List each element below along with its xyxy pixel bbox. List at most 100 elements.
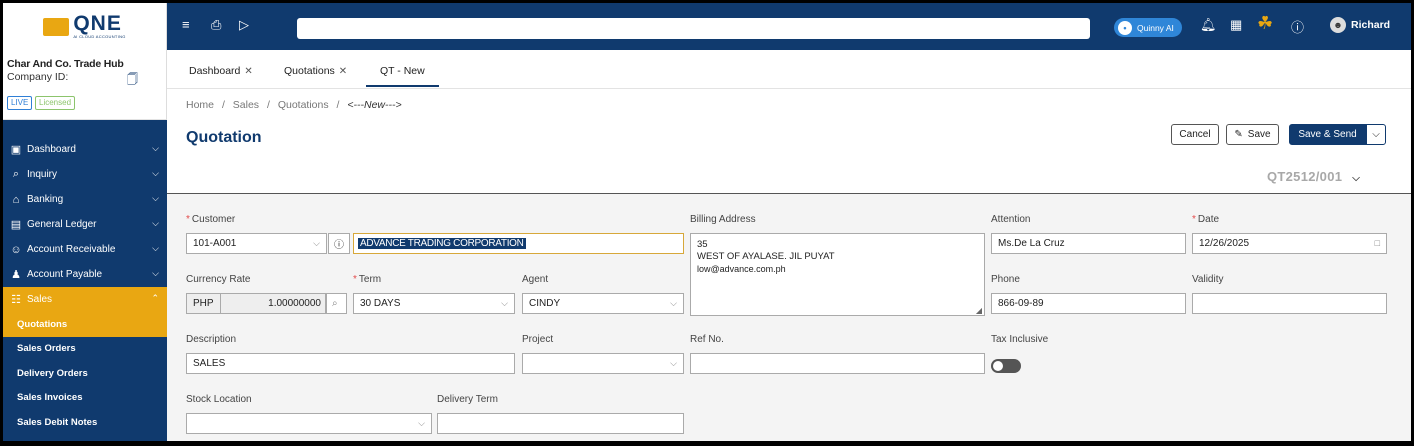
search-icon: ⌕ — [332, 298, 338, 309]
logo-subtext: AI CLOUD ACCOUNTING — [73, 34, 126, 39]
required-mark: * — [353, 274, 357, 285]
calendar-icon[interactable]: □ — [1375, 238, 1380, 248]
chevron-up-icon: ⌃ — [151, 293, 159, 303]
info-icon: ⓘ — [334, 240, 344, 251]
chevron-down-icon: ⌵ — [670, 298, 677, 308]
tax-inclusive-label: Tax Inclusive — [991, 334, 1049, 345]
sidebar-subitem-delivery-orders[interactable]: Delivery Orders — [3, 361, 167, 386]
copy-icon[interactable]: 🗍 — [127, 71, 138, 90]
phone-value: 866-09-89 — [998, 298, 1044, 309]
rate-lookup-button[interactable]: ⌕ — [326, 293, 347, 314]
customer-info-button[interactable]: ⓘ — [328, 233, 350, 254]
play-icon[interactable]: ▷ — [239, 17, 249, 33]
billing-address-textarea[interactable]: 35 WEST OF AYALASE. JIL PUYAT low@advanc… — [690, 233, 985, 316]
user-menu[interactable]: ☻ Richard — [1330, 17, 1390, 33]
project-select[interactable]: ⌵ — [522, 353, 684, 374]
search-input[interactable] — [297, 18, 1090, 39]
print-icon[interactable]: ⎙ — [211, 17, 221, 33]
chevron-down-icon: ⌵ — [313, 238, 320, 248]
date-input[interactable]: 12/26/2025 □ — [1192, 233, 1387, 254]
sidebar-subitem-sales-orders[interactable]: Sales Orders — [3, 337, 167, 362]
sidebar-subitem-label: Delivery Orders — [17, 367, 88, 379]
sales-icon: ☷ — [11, 294, 21, 306]
save-and-send-button[interactable]: Save & Send — [1289, 124, 1366, 145]
validity-input[interactable] — [1192, 293, 1387, 314]
save-label: Save — [1247, 129, 1271, 140]
close-icon[interactable]: ✕ — [339, 66, 347, 77]
app-window: QNE AI CLOUD ACCOUNTING Char And Co. Tra… — [3, 3, 1411, 441]
phone-input[interactable]: 866-09-89 — [991, 293, 1186, 314]
sidebar-subitem-label: Quotations — [17, 318, 68, 330]
breadcrumb-home[interactable]: Home — [186, 99, 214, 111]
logo-box-icon — [43, 17, 70, 36]
company-panel: Char And Co. Trade Hub Company ID: 🗍 LIV… — [3, 50, 167, 120]
sidebar-item-account-payable[interactable]: ♟ Account Payable ⌵ — [3, 262, 167, 287]
sidebar-item-sales[interactable]: ☷ Sales ⌃ — [3, 287, 167, 312]
currency-select[interactable]: PHP — [186, 293, 221, 314]
stock-location-select[interactable]: ⌵ — [186, 413, 432, 434]
attention-value: Ms.De La Cruz — [998, 238, 1065, 249]
resize-handle-icon[interactable]: ◢ — [976, 306, 982, 315]
billing-address-line: WEST OF AYALASE. JIL PUYAT — [697, 251, 835, 262]
store-icon[interactable]: ▦ — [1230, 17, 1242, 33]
term-label-text: Term — [358, 274, 382, 285]
document-number[interactable]: QT2512/001 ⌵ — [1267, 169, 1360, 184]
required-mark: * — [186, 214, 190, 225]
tab-qt-new[interactable]: QT - New — [366, 65, 439, 87]
sidebar-item-general-ledger[interactable]: ▤ General Ledger ⌵ — [3, 212, 167, 237]
save-button[interactable]: ✎ Save — [1226, 124, 1279, 145]
description-value: SALES — [193, 358, 226, 369]
sidebar-item-dashboard[interactable]: ▣ Dashboard ⌵ — [3, 137, 167, 162]
sidebar-subitem-label: Sales Orders — [17, 343, 76, 355]
breadcrumb-sales[interactable]: Sales — [233, 99, 259, 111]
date-value: 12/26/2025 — [1199, 238, 1250, 249]
tab-dashboard[interactable]: Dashboard ✕ — [189, 65, 253, 77]
quinny-ai-label: Quinny AI — [1137, 22, 1174, 33]
attention-input[interactable]: Ms.De La Cruz — [991, 233, 1186, 254]
validity-label: Validity — [1192, 274, 1224, 285]
rate-value: 1.00000000 — [268, 298, 321, 309]
chevron-down-icon: ⌵ — [1372, 129, 1380, 140]
document-number-text: QT2512/001 — [1267, 169, 1343, 184]
sidebar-subitem-sales-debit-notes[interactable]: Sales Debit Notes — [3, 410, 167, 435]
quinny-ai-button[interactable]: • Quinny AI — [1114, 18, 1182, 37]
tax-inclusive-toggle[interactable] — [991, 359, 1021, 373]
customer-code-select[interactable]: 101-A001 ⌵ — [186, 233, 327, 254]
description-input[interactable]: SALES — [186, 353, 515, 374]
agent-select[interactable]: CINDY ⌵ — [522, 293, 684, 314]
chevron-down-icon: ⌵ — [1352, 173, 1361, 184]
rate-input[interactable]: 1.00000000 — [220, 293, 326, 314]
delivery-term-input[interactable] — [437, 413, 684, 434]
term-select[interactable]: 30 DAYS ⌵ — [353, 293, 515, 314]
bell-icon[interactable]: 🔔︎ — [1200, 17, 1217, 33]
phone-label: Phone — [991, 274, 1020, 285]
customer-name-input[interactable]: ADVANCE TRADING CORPORATION — [353, 233, 684, 254]
menu-icon[interactable]: ≡ — [182, 17, 190, 32]
delivery-term-label: Delivery Term — [437, 394, 498, 405]
help-icon[interactable]: ⓘ — [1291, 17, 1304, 36]
close-icon[interactable]: ✕ — [244, 66, 252, 77]
ref-no-input[interactable] — [690, 353, 985, 374]
pencil-icon: ✎ — [1234, 129, 1243, 140]
date-label: * Date — [1192, 214, 1219, 225]
stock-location-label: Stock Location — [186, 394, 252, 405]
tab-label: Quotations — [284, 65, 335, 77]
customer-label: * Customer — [186, 214, 235, 225]
billing-address-line: 35 — [697, 239, 708, 250]
tab-quotations[interactable]: Quotations ✕ — [284, 65, 347, 77]
sidebar-item-banking[interactable]: ⌂ Banking ⌵ — [3, 187, 167, 212]
sidebar-item-account-receivable[interactable]: ☺ Account Receivable ⌵ — [3, 237, 167, 262]
sidebar-item-label: Dashboard — [27, 144, 76, 155]
sidebar-subitem-sales-invoices[interactable]: Sales Invoices — [3, 386, 167, 411]
chevron-down-icon: ⌵ — [152, 218, 159, 228]
billing-address-line: low@advance.com.ph — [697, 264, 786, 274]
mascot-icon[interactable]: ☘ — [1257, 13, 1273, 34]
save-options-dropdown[interactable]: ⌵ — [1366, 124, 1386, 145]
breadcrumb-quotations[interactable]: Quotations — [278, 99, 329, 111]
cancel-button[interactable]: Cancel — [1171, 124, 1219, 145]
agent-label: Agent — [522, 274, 549, 285]
top-bar: ≡ ⎙ ▷ • Quinny AI 🔔︎ ▦ ☘ ⓘ ☻ Richard — [167, 3, 1411, 50]
sidebar-item-inquiry[interactable]: ⌕ Inquiry ⌵ — [3, 162, 167, 187]
sidebar-subitem-quotations[interactable]: Quotations — [3, 312, 167, 337]
user-name: Richard — [1351, 19, 1391, 31]
